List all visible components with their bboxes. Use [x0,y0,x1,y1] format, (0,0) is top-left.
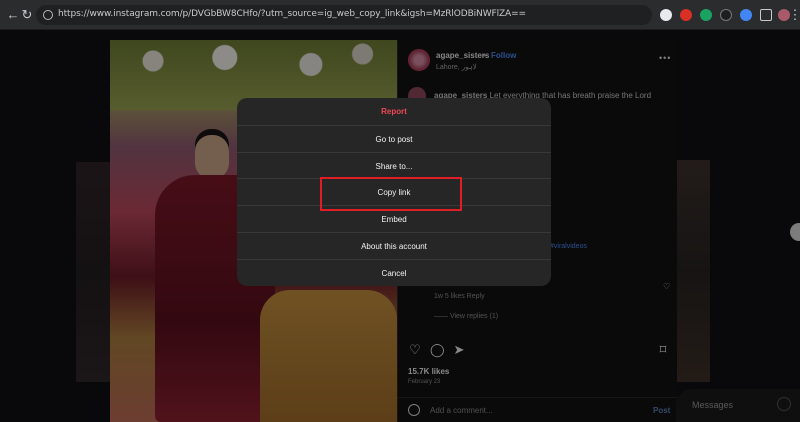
extension-icon[interactable] [720,9,732,21]
browser-menu-icon[interactable]: ⋮ [788,8,800,22]
extensions-puzzle-icon[interactable] [760,9,772,21]
extension-icon[interactable] [660,9,672,21]
menu-item-about-account[interactable]: About this account [237,232,551,259]
extension-icon[interactable] [680,9,692,21]
menu-item-go-to-post[interactable]: Go to post [237,125,551,152]
url-text: https://www.instagram.com/p/DVGbBW8CHfo/… [58,9,526,19]
extension-icon[interactable] [740,9,752,21]
copy-link-highlight-box [320,177,462,211]
site-info-icon[interactable] [43,10,53,20]
address-bar[interactable]: https://www.instagram.com/p/DVGbBW8CHfo/… [36,5,652,25]
menu-item-share-to[interactable]: Share to... [237,152,551,179]
back-icon[interactable]: ← [6,8,20,22]
menu-item-report[interactable]: Report [237,98,551,125]
browser-toolbar: ← ↻ https://www.instagram.com/p/DVGbBW8C… [0,0,800,30]
menu-item-cancel[interactable]: Cancel [237,259,551,286]
reload-icon[interactable]: ↻ [20,8,34,22]
extension-icon[interactable] [700,9,712,21]
